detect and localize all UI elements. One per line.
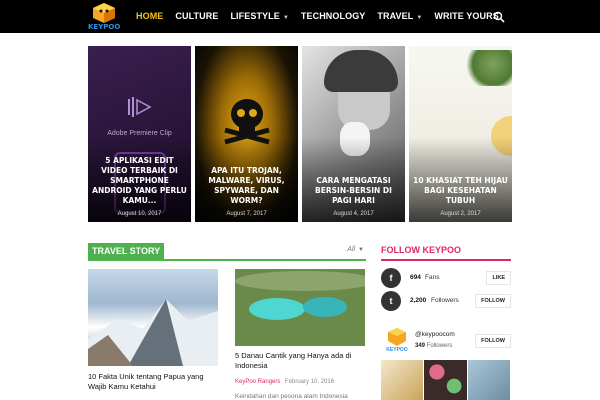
- nav-home[interactable]: HOME: [130, 0, 169, 33]
- instagram-photo[interactable]: [467, 360, 510, 400]
- section-title: TRAVEL STORY: [88, 243, 165, 259]
- fans-label: Fans: [425, 274, 440, 281]
- follow-button[interactable]: FOLLOW: [475, 294, 511, 308]
- instagram-photo-grid: [381, 360, 511, 400]
- instagram-photo[interactable]: [424, 360, 467, 400]
- post-date: February 10, 2016: [285, 379, 335, 385]
- post-author[interactable]: KeyPoo Rangers: [235, 379, 280, 385]
- followers-label: Followers: [431, 297, 459, 304]
- travel-section-header: TRAVEL STORY All ▼: [88, 243, 366, 261]
- post-date: August 2, 2017: [440, 211, 481, 217]
- featured-post-1[interactable]: Adobe Premiere Clip 5 APLIKASI EDIT VIDE…: [88, 46, 191, 222]
- nav-label: TRAVEL: [377, 11, 414, 21]
- main-nav: HOME CULTURE LIFESTYLE ▼ TECHNOLOGY TRAVE…: [130, 0, 505, 33]
- facebook-icon[interactable]: f: [381, 268, 401, 288]
- nav-technology[interactable]: TECHNOLOGY: [295, 0, 372, 33]
- featured-post-2[interactable]: APA ITU TROJAN, MALWARE, VIRUS, SPYWARE,…: [195, 46, 298, 222]
- mountain-shape: [88, 299, 218, 366]
- followers-count: 2,200: [410, 297, 427, 304]
- video-play-icon: [128, 97, 152, 117]
- twitter-icon[interactable]: t: [381, 291, 401, 311]
- section-title: FOLLOW KEYPOO: [381, 245, 461, 255]
- featured-post-4[interactable]: 10 KHASIAT TEH HIJAU BAGI KESEHATAN TUBU…: [409, 46, 512, 222]
- instagram-follow-button[interactable]: FOLLOW: [475, 334, 511, 348]
- filter-label: All: [347, 246, 356, 253]
- site-logo[interactable]: KEYPOO: [88, 2, 120, 32]
- top-navigation-bar: KEYPOO HOME CULTURE LIFESTYLE ▼ TECHNOLOG…: [0, 0, 600, 33]
- search-icon[interactable]: [493, 10, 505, 23]
- post-date: August 7, 2017: [226, 211, 267, 217]
- lake-shape: [235, 269, 365, 346]
- chevron-down-icon: ▼: [416, 15, 423, 21]
- logo-icon: [93, 3, 115, 23]
- fans-count: 694: [410, 274, 421, 281]
- instagram-avatar[interactable]: KEYPOO: [384, 327, 410, 355]
- nav-label: HOME: [136, 11, 164, 21]
- followers-label: Followers: [426, 343, 453, 349]
- post-title[interactable]: 5 APLIKASI EDIT VIDEO TERBAIK DI SMARTPH…: [92, 156, 187, 206]
- post-title[interactable]: 10 KHASIAT TEH HIJAU BAGI KESEHATAN TUBU…: [413, 176, 508, 206]
- followers-count: 349: [415, 343, 426, 349]
- travel-post-2-image[interactable]: [235, 269, 365, 346]
- nav-label: LIFESTYLE: [230, 11, 280, 21]
- post-title[interactable]: APA ITU TROJAN, MALWARE, VIRUS, SPYWARE,…: [199, 166, 294, 206]
- logo-text: KEYPOO: [88, 23, 121, 31]
- instagram-photo[interactable]: [381, 360, 424, 400]
- nav-travel[interactable]: TRAVEL ▼: [371, 0, 428, 33]
- nav-label: CULTURE: [175, 11, 219, 21]
- logo-text: KEYPOO: [386, 347, 408, 353]
- post-excerpt: Keindahan dan pesona alam Indonesia: [235, 393, 348, 400]
- instagram-followers: 349 Followers: [415, 343, 452, 349]
- logo-icon: [388, 328, 406, 346]
- like-button[interactable]: LIKE: [486, 271, 511, 285]
- post-title[interactable]: CARA MENGATASI BERSIN-BERSIN DI PAGI HAR…: [306, 176, 401, 206]
- follow-section-header: FOLLOW KEYPOO: [381, 243, 511, 261]
- image-caption: Adobe Premiere Clip: [107, 130, 172, 137]
- facebook-row: f 694 Fans LIKE: [381, 268, 511, 288]
- nav-label: WRITE YOURS: [434, 11, 499, 21]
- nav-label: TECHNOLOGY: [300, 11, 366, 21]
- post-date: August 4, 2017: [333, 211, 374, 217]
- chevron-down-icon: ▼: [282, 15, 289, 21]
- post-date: August 10, 2017: [117, 211, 162, 217]
- leaves-shape: [463, 50, 512, 86]
- instagram-widget: KEYPOO @keypoocom 349 Followers FOLLOW: [381, 327, 511, 357]
- nav-lifestyle[interactable]: LIFESTYLE ▼: [224, 0, 294, 33]
- category-filter[interactable]: All ▼: [347, 246, 364, 253]
- travel-post-2-title[interactable]: 5 Danau Cantik yang Hanya ada di Indones…: [235, 351, 365, 371]
- instagram-handle[interactable]: @keypoocom: [415, 331, 455, 338]
- nav-culture[interactable]: CULTURE: [169, 0, 224, 33]
- travel-post-1-image[interactable]: [88, 269, 218, 366]
- featured-post-3[interactable]: CARA MENGATASI BERSIN-BERSIN DI PAGI HAR…: [302, 46, 405, 222]
- chevron-down-icon: ▼: [358, 247, 364, 253]
- twitter-row: t 2,200 Followers FOLLOW: [381, 291, 511, 311]
- travel-post-1-title[interactable]: 10 Fakta Unik tentang Papua yang Wajib K…: [88, 372, 218, 392]
